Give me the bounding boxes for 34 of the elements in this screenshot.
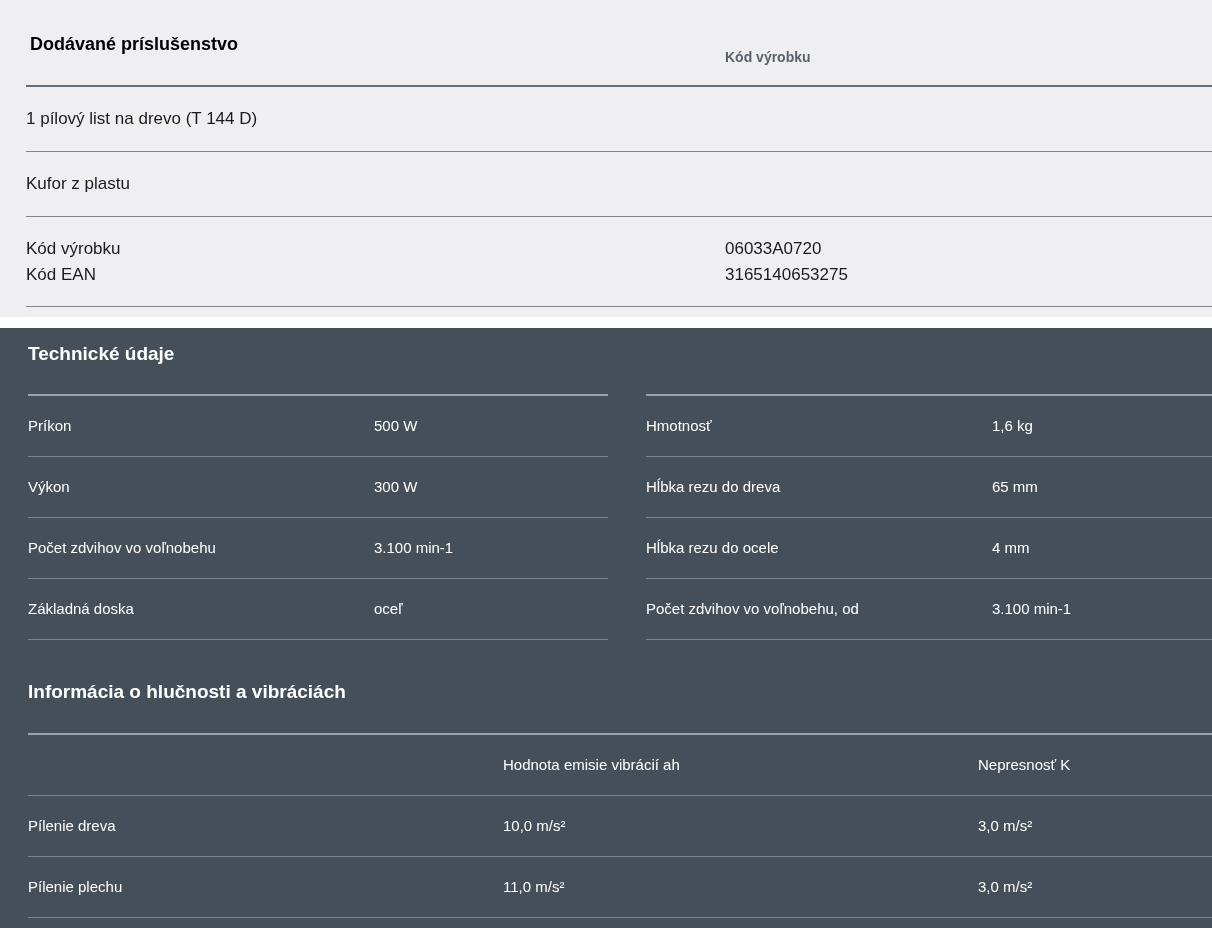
spec-value: 3.100 min-1 [992,599,1072,619]
spec-value: 1,6 kg [992,416,1033,436]
spec-value: 3.100 min-1 [374,538,454,558]
spec-label: Počet zdvihov vo voľnobehu, od [646,600,859,617]
row-label: Pílenie dreva [28,817,116,834]
section-title: Technické údaje [28,342,175,366]
spec-label: Výkon [28,478,70,495]
column-header: Kód výrobku [725,49,811,65]
table-cell-text: Kufor z plastu [26,173,130,195]
table-cell: 3,0 m/s² [978,817,1033,834]
spec-value: 65 mm [992,477,1038,497]
code-label: Kód výrobku [26,237,121,260]
table-cell: 11,0 m/s² [503,878,565,895]
table-cell: 3,0 m/s² [978,878,1033,895]
spec-value: 300 W [374,477,418,497]
spec-value: 4 mm [992,538,1030,558]
spec-label: Hmotnosť [646,417,712,434]
column-header: Hodnota emisie vibrácií ah [503,756,680,773]
code-value: 06033A0720 [725,237,822,260]
spec-value: 500 W [374,416,418,436]
code-value: 3165140653275 [725,263,848,286]
spec-label: Hĺbka rezu do ocele [646,539,779,556]
spec-value: oceľ [374,599,403,619]
spec-label: Počet zdvihov vo voľnobehu [28,539,216,556]
section-title: Informácia o hlučnosti a vibráciách [28,680,346,704]
spec-label: Hĺbka rezu do dreva [646,478,781,495]
section-title: Dodávané príslušenstvo [30,33,239,56]
table-cell: 10,0 m/s² [503,817,566,834]
table-cell-text: 1 pílový list na drevo (T 144 D) [26,108,258,130]
spec-label: Príkon [28,417,72,434]
code-label: Kód EAN [26,263,96,286]
column-header: Nepresnosť K [978,756,1071,773]
spec-label: Základná doska [28,600,134,617]
row-label: Pílenie plechu [28,878,123,895]
